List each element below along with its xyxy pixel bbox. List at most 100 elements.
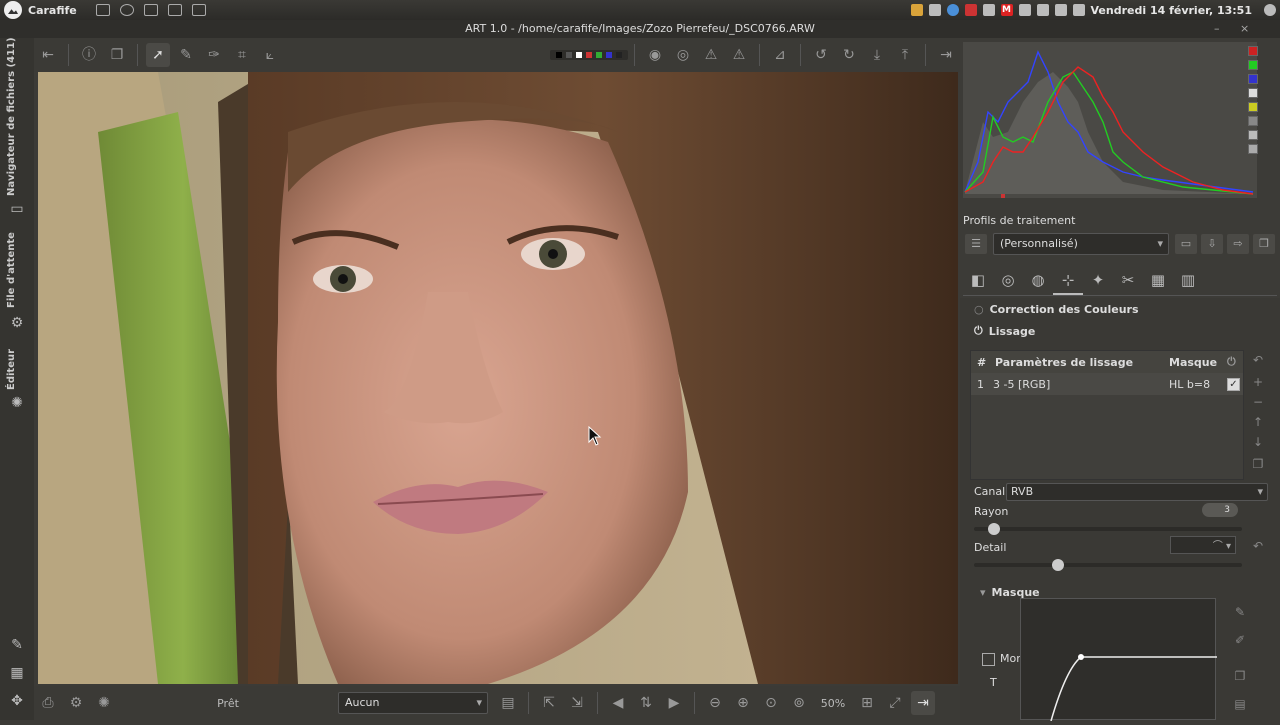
app-logo-icon[interactable] xyxy=(4,1,22,19)
paste-mask-icon[interactable]: ▤ xyxy=(1232,696,1248,712)
window-icon[interactable] xyxy=(143,4,158,16)
clipboard-icon[interactable] xyxy=(928,4,941,16)
background-color-selector[interactable] xyxy=(550,50,628,60)
remove-row-icon[interactable]: − xyxy=(1250,394,1266,410)
tab-local-edits-icon[interactable]: ◍ xyxy=(1023,265,1053,295)
apply-preset-icon[interactable]: ▤ xyxy=(496,691,520,715)
curve-control-point[interactable] xyxy=(1078,654,1084,660)
swatch-black[interactable] xyxy=(556,52,562,58)
zoom-in-icon[interactable]: ⊕ xyxy=(731,691,755,715)
toggle-panels-icon[interactable]: ⇥ xyxy=(911,691,935,715)
move-icon[interactable]: ✥ xyxy=(8,692,26,710)
detail-slider-knob[interactable] xyxy=(1052,559,1064,571)
notification-icon[interactable] xyxy=(964,4,977,16)
swatch-green[interactable] xyxy=(596,52,602,58)
mode-toggle[interactable] xyxy=(1248,144,1258,154)
rotate-right-icon[interactable]: ↻ xyxy=(837,43,861,67)
before-after-icon[interactable]: ❐ xyxy=(105,43,129,67)
settings-icon[interactable] xyxy=(1264,4,1276,16)
tab-transform-icon[interactable]: ✂ xyxy=(1113,265,1143,295)
detail-slider[interactable] xyxy=(974,559,1242,571)
detail-reset-icon[interactable]: ↶ xyxy=(1250,538,1266,554)
tab-exposure-icon[interactable]: ◧ xyxy=(963,265,993,295)
color-picker-icon[interactable]: ✑ xyxy=(202,43,226,67)
tab-queue[interactable]: File d'attente xyxy=(6,232,17,308)
folder-icon[interactable]: ▭ xyxy=(8,200,26,218)
radius-slider[interactable] xyxy=(974,523,1242,535)
close-button[interactable]: × xyxy=(1240,20,1249,38)
histogram[interactable] xyxy=(963,42,1257,198)
chroma-toggle[interactable] xyxy=(1248,102,1258,112)
radius-slider-knob[interactable] xyxy=(988,523,1000,535)
straighten-icon[interactable]: ⟀ xyxy=(258,43,282,67)
table-reset-icon[interactable]: ↶ xyxy=(1250,352,1266,368)
sync-icon[interactable]: ⇲ xyxy=(565,691,589,715)
mask-curve-editor[interactable] xyxy=(1020,598,1217,722)
swatch-white[interactable] xyxy=(576,52,582,58)
image-preview[interactable] xyxy=(38,72,958,684)
clock[interactable]: Vendredi 14 février, 13:51 xyxy=(1091,4,1252,17)
tab-meta-icon[interactable]: ▥ xyxy=(1173,265,1203,295)
app-name[interactable]: Carafife xyxy=(28,4,77,17)
focus-mask-icon[interactable]: ◉ xyxy=(643,43,667,67)
image-icon[interactable] xyxy=(167,4,182,16)
aperture-icon[interactable]: ✺ xyxy=(8,394,26,412)
add-row-icon[interactable]: + xyxy=(1250,374,1266,390)
next-image-icon[interactable]: ▶ xyxy=(662,691,686,715)
luminance-toggle[interactable] xyxy=(1248,88,1258,98)
histogram-icon[interactable]: ⊿ xyxy=(768,43,792,67)
swatch-dark[interactable] xyxy=(616,52,622,58)
sync-browser-icon[interactable]: ⇅ xyxy=(634,691,658,715)
minimize-button[interactable]: – xyxy=(1214,20,1220,38)
calendar-icon[interactable] xyxy=(1072,4,1085,16)
channel-select[interactable]: RVB xyxy=(1006,483,1268,501)
move-down-icon[interactable]: ↓ xyxy=(1250,434,1266,450)
swatch-blue[interactable] xyxy=(606,52,612,58)
show-mask-checkbox[interactable] xyxy=(982,652,995,666)
shadow-clip-warning-icon[interactable]: ⚠ xyxy=(699,43,723,67)
queue-add-icon[interactable]: ⚙ xyxy=(64,691,88,715)
copy-icon[interactable] xyxy=(191,4,206,16)
tab-color-icon[interactable]: ◎ xyxy=(993,265,1023,295)
red-channel-toggle[interactable] xyxy=(1248,46,1258,56)
white-balance-picker-icon[interactable]: ✎ xyxy=(174,43,198,67)
terminal-icon[interactable] xyxy=(119,4,134,16)
zoom-fit-icon[interactable]: ⊙ xyxy=(759,691,783,715)
toggle-right-panel-icon[interactable]: ⇥ xyxy=(934,43,958,67)
green-channel-toggle[interactable] xyxy=(1248,60,1258,70)
crop-icon[interactable]: ⌗ xyxy=(230,43,254,67)
power-icon[interactable]: ⏻ xyxy=(974,324,983,338)
save-icon[interactable]: ⎙ xyxy=(36,691,60,715)
info-icon[interactable]: ⓘ xyxy=(77,43,101,67)
palette-icon[interactable] xyxy=(910,4,923,16)
picker-tool-icon[interactable]: ✎ xyxy=(1232,604,1248,620)
open-profile-icon[interactable]: ▭ xyxy=(1175,234,1197,254)
swatch-gray[interactable] xyxy=(566,52,572,58)
grid-icon[interactable]: ▦ xyxy=(8,664,26,682)
tab-file-browser[interactable]: Navigateur de fichiers (411) xyxy=(6,37,17,196)
rotate-left-icon[interactable]: ↺ xyxy=(809,43,833,67)
save-profile-icon[interactable]: ⇩ xyxy=(1201,234,1223,254)
preview-mode-icon[interactable]: ◎ xyxy=(671,43,695,67)
highlight-clip-warning-icon[interactable]: ⚠ xyxy=(727,43,751,67)
new-detail-window-icon[interactable]: ⊞ xyxy=(855,691,879,715)
table-row[interactable]: 1 3 -5 [RGB] HL b=8 ✓ xyxy=(971,373,1243,395)
preset-select[interactable]: Aucun xyxy=(338,692,488,714)
blue-channel-toggle[interactable] xyxy=(1248,74,1258,84)
color-correction-header[interactable]: ○ Correction des Couleurs xyxy=(960,298,1280,320)
brush-tool-icon[interactable]: ✐ xyxy=(1232,632,1248,648)
zoom-out-icon[interactable]: ⊖ xyxy=(703,691,727,715)
curve-type-select[interactable]: ⌒ ▾ xyxy=(1170,536,1236,554)
queue-gear-icon[interactable]: ⚙ xyxy=(8,314,26,332)
tab-raw-icon[interactable]: ▦ xyxy=(1143,265,1173,295)
mail-icon[interactable]: M xyxy=(1000,4,1013,16)
flip-vertical-icon[interactable]: ⤓ xyxy=(865,43,889,67)
edit-tool-icon[interactable]: ✎ xyxy=(8,636,26,654)
copy-row-icon[interactable]: ❐ xyxy=(1250,456,1266,472)
tab-detail-icon[interactable]: ⊹ xyxy=(1053,265,1083,295)
hand-tool-icon[interactable]: ➚ xyxy=(146,43,170,67)
swatch-red[interactable] xyxy=(586,52,592,58)
zoom-100-icon[interactable]: ⊚ xyxy=(787,691,811,715)
edit-icon[interactable] xyxy=(95,4,110,16)
fullscreen-icon[interactable]: ⤢ xyxy=(883,691,907,715)
